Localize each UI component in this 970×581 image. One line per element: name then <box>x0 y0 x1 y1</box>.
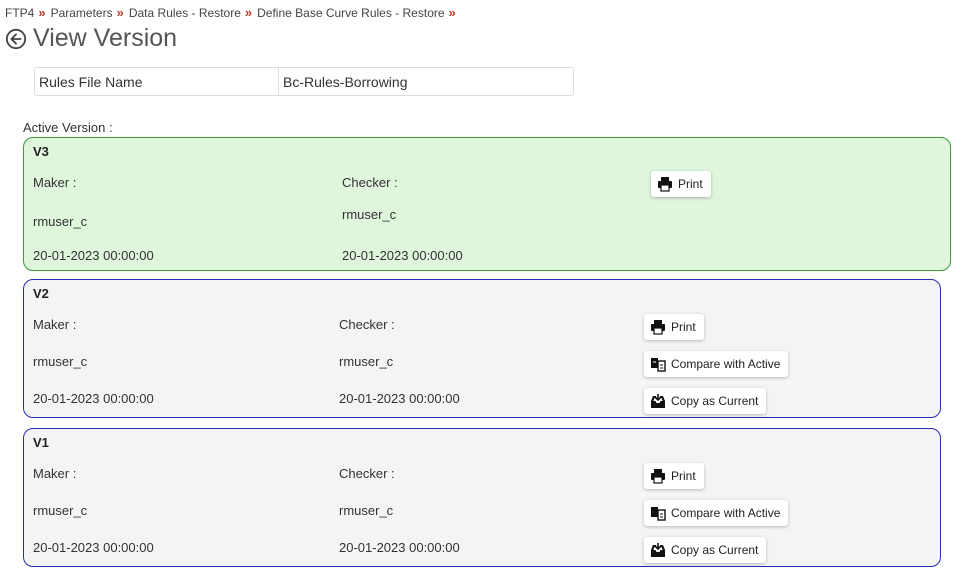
maker-label: Maker : <box>33 175 77 190</box>
breadcrumb-separator: » <box>116 5 124 20</box>
version-name: V1 <box>33 435 49 450</box>
active-version-label: Active Version : <box>23 120 113 135</box>
compare-button-label: Compare with Active <box>671 506 781 520</box>
checker-date: 20-01-2023 00:00:00 <box>342 248 463 263</box>
compare-icon <box>651 358 666 372</box>
print-button[interactable]: Print <box>644 314 704 340</box>
breadcrumb-item-ftp4[interactable]: FTP4 <box>5 6 34 20</box>
checker-date: 20-01-2023 00:00:00 <box>339 540 460 555</box>
printer-icon <box>651 469 665 484</box>
maker-user: rmuser_c <box>33 354 88 369</box>
copy-as-current-button[interactable]: Copy as Current <box>644 388 767 414</box>
print-button-label: Print <box>671 469 696 483</box>
inbox-download-icon <box>651 543 665 557</box>
breadcrumb-separator: » <box>244 5 253 20</box>
version-card-v2: V2 Maker : rmuser_c 20-01-2023 00:00:00 … <box>23 279 941 418</box>
checker-date: 20-01-2023 00:00:00 <box>339 391 460 406</box>
maker-date: 20-01-2023 00:00:00 <box>33 391 154 406</box>
version-name: V2 <box>33 286 49 301</box>
print-button[interactable]: Print <box>651 171 711 197</box>
maker-date: 20-01-2023 00:00:00 <box>33 248 154 263</box>
rules-file-table: Rules File Name Bc-Rules-Borrowing <box>34 67 574 96</box>
copy-button-label: Copy as Current <box>671 394 759 408</box>
checker-user: rmuser_c <box>339 354 394 369</box>
compare-with-active-button[interactable]: Compare with Active <box>644 500 789 526</box>
print-button-label: Print <box>678 177 703 191</box>
arrow-left-circle-icon[interactable] <box>5 28 27 50</box>
maker-user: rmuser_c <box>33 503 88 518</box>
copy-button-label: Copy as Current <box>671 543 759 557</box>
version-card-v1: V1 Maker : rmuser_c 20-01-2023 00:00:00 … <box>23 428 941 567</box>
breadcrumb-item-data-rules-restore[interactable]: Data Rules - Restore <box>129 6 241 20</box>
breadcrumb-separator: » <box>448 5 456 20</box>
rules-file-name-label: Rules File Name <box>35 68 279 95</box>
inbox-download-icon <box>651 394 665 408</box>
compare-icon <box>651 507 666 521</box>
page-title: View Version <box>33 24 178 52</box>
checker-label: Checker : <box>342 175 398 190</box>
breadcrumb-separator: » <box>38 5 46 20</box>
checker-label: Checker : <box>339 317 395 332</box>
version-name: V3 <box>33 144 49 159</box>
maker-date: 20-01-2023 00:00:00 <box>33 540 154 555</box>
printer-icon <box>651 320 665 335</box>
rules-file-name-value: Bc-Rules-Borrowing <box>283 73 408 90</box>
print-button[interactable]: Print <box>644 463 704 489</box>
page-header: View Version <box>5 24 177 53</box>
printer-icon <box>658 177 672 192</box>
breadcrumb-item-parameters[interactable]: Parameters <box>51 6 113 20</box>
compare-button-label: Compare with Active <box>671 357 781 371</box>
maker-label: Maker : <box>33 317 77 332</box>
checker-user: rmuser_c <box>339 503 394 518</box>
breadcrumb-item-define-base-curve-rules[interactable]: Define Base Curve Rules - Restore <box>257 6 444 20</box>
checker-label: Checker : <box>339 466 395 481</box>
compare-with-active-button[interactable]: Compare with Active <box>644 351 789 377</box>
print-button-label: Print <box>671 320 696 334</box>
breadcrumb: FTP4 » Parameters » Data Rules - Restore… <box>5 5 461 20</box>
checker-user: rmuser_c <box>342 207 397 222</box>
version-card-v3: V3 Maker : rmuser_c 20-01-2023 00:00:00 … <box>23 137 951 271</box>
maker-user: rmuser_c <box>33 214 88 229</box>
copy-as-current-button[interactable]: Copy as Current <box>644 537 767 563</box>
maker-label: Maker : <box>33 466 77 481</box>
